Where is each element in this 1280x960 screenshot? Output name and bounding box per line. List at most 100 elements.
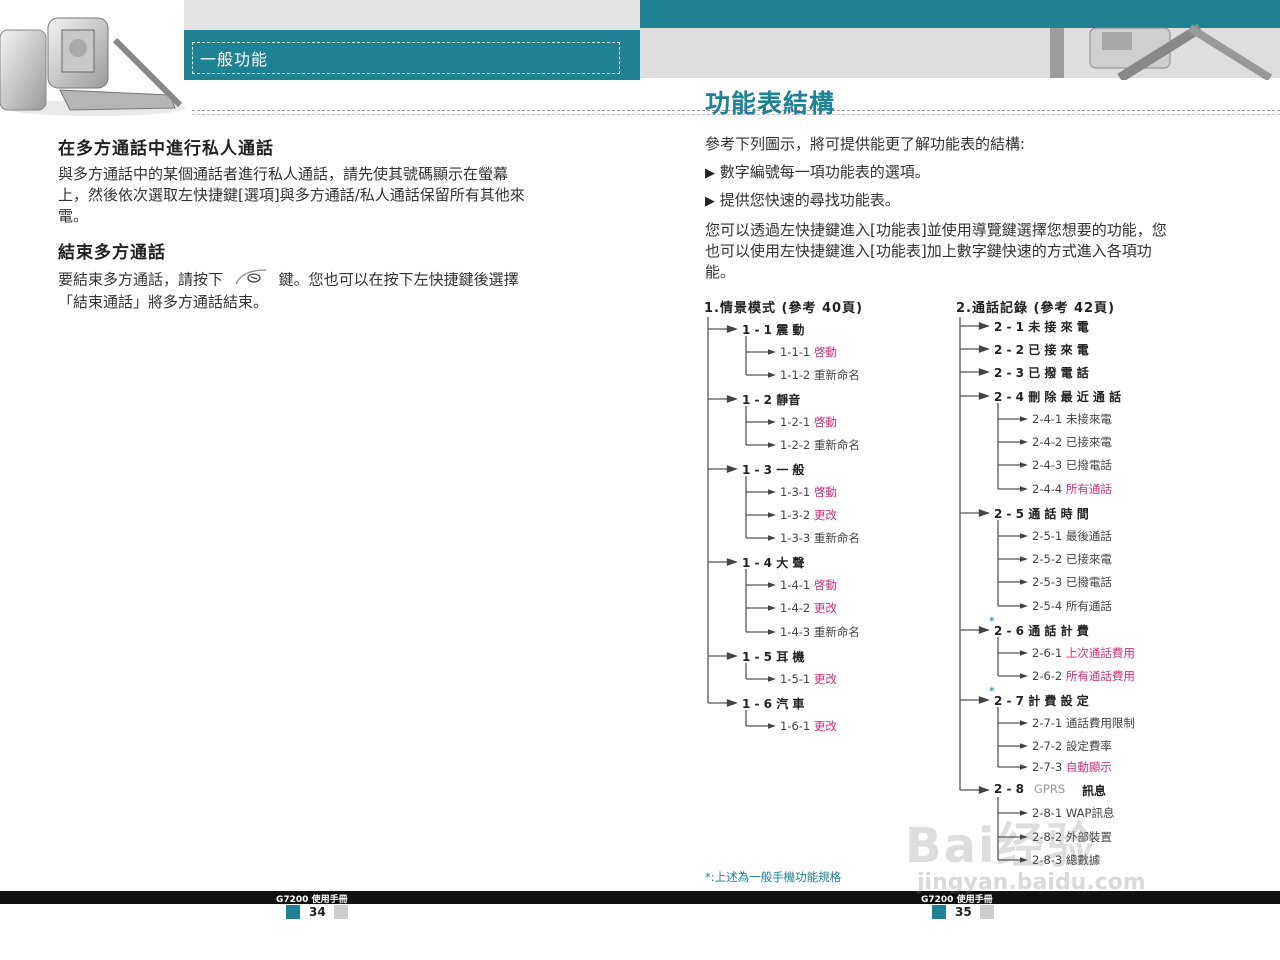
tree-arrow-icon xyxy=(1020,486,1028,492)
tree-arrow-icon xyxy=(768,372,776,378)
tree-arrow-icon xyxy=(768,535,776,541)
tree-arrow-icon xyxy=(768,512,776,518)
tree1-item-6: 1 - 6 汽 車 xyxy=(742,697,805,711)
tree2-subitem: 2-4-3 已撥電話 xyxy=(1032,457,1112,473)
subitem-number: 1-5-1 xyxy=(780,672,811,686)
footer-manual-left: G7200 使用手冊 xyxy=(276,895,348,905)
tree-arrow-icon xyxy=(726,652,738,660)
subitem-label: 已撥電話 xyxy=(1062,575,1112,589)
tree2-item-tail: 訊息 xyxy=(1082,784,1107,798)
subitem-number: 1-6-1 xyxy=(780,719,811,733)
subitem-label: 啓動 xyxy=(810,345,837,359)
tree1-item-1: 1 - 1 震 動 xyxy=(742,323,805,337)
tree-arrow-icon xyxy=(1020,764,1028,770)
tree-arrow-icon xyxy=(1020,650,1028,656)
asterisk-mark: * xyxy=(989,614,995,628)
tree2-item-8: 2 - 8 xyxy=(994,782,1025,796)
subitem-label: 重新命名 xyxy=(810,368,860,382)
tree-arrow-icon xyxy=(1020,603,1028,609)
tree-arrow-icon xyxy=(978,345,990,353)
tree-arrow-icon xyxy=(1020,579,1028,585)
tree-arrow-icon xyxy=(768,349,776,355)
tree-arrow-icon xyxy=(1020,743,1028,749)
tree1-item-4: 1 - 4 大 聲 xyxy=(742,556,805,570)
tree1-subitem: 1-3-1 啓動 xyxy=(780,484,837,500)
tree-arrow-icon xyxy=(768,629,776,635)
subitem-label: 最後通話 xyxy=(1062,529,1112,543)
subitem-number: 1-2-1 xyxy=(780,415,811,429)
subitem-label: 通話費用限制 xyxy=(1062,716,1135,730)
subitem-label: 更改 xyxy=(810,719,837,733)
tree-arrow-icon xyxy=(726,395,738,403)
tree2-item-1: 2 - 1 未 接 來 電 xyxy=(994,320,1089,334)
subitem-number: 2-5-3 xyxy=(1032,575,1063,589)
page-number-left: 34 xyxy=(309,905,326,919)
footnote: *:上述為一般手機功能規格 xyxy=(705,870,842,884)
tree2-item-gray-label: GPRS xyxy=(1034,782,1066,796)
tree1-subitem: 1-1-1 啓動 xyxy=(780,344,837,360)
tree1-subitem: 1-6-1 更改 xyxy=(780,718,837,734)
subitem-label: 啓動 xyxy=(810,485,837,499)
tree2-item-4: 2 - 4 刪 除 最 近 通 話 xyxy=(994,390,1122,404)
subitem-number: 2-4-4 xyxy=(1032,482,1063,496)
subitem-number: 1-3-1 xyxy=(780,485,811,499)
tree2-item-5: 2 - 5 通 話 時 間 xyxy=(994,507,1089,521)
tree2-subitem: 2-5-3 已撥電話 xyxy=(1032,574,1112,590)
tree-arrow-icon xyxy=(978,786,990,794)
tree2-subitem: 2-4-1 未接來電 xyxy=(1032,411,1112,427)
tree2-subitem: 2-7-1 通話費用限制 xyxy=(1032,715,1135,731)
tree1-subitem: 1-1-2 重新命名 xyxy=(780,367,860,383)
tree1-subitem: 1-4-3 重新命名 xyxy=(780,624,860,640)
tree1-item-5: 1 - 5 耳 機 xyxy=(742,650,805,664)
tree1-title: 1.情景模式 (參考 40頁) xyxy=(704,301,864,316)
subitem-number: 1-4-2 xyxy=(780,601,811,615)
tree2-subitem: 2-5-2 已接來電 xyxy=(1032,551,1112,567)
subitem-number: 2-6-2 xyxy=(1032,669,1063,683)
subitem-label: 所有通話費用 xyxy=(1062,669,1135,683)
subitem-number: 2-4-2 xyxy=(1032,435,1063,449)
subitem-label: 啓動 xyxy=(810,578,837,592)
subitem-label: 上次通話費用 xyxy=(1062,646,1135,660)
subitem-number: 1-3-3 xyxy=(780,531,811,545)
tree-arrow-icon xyxy=(768,442,776,448)
tree1-subitem: 1-3-3 重新命名 xyxy=(780,530,860,546)
subitem-label: 重新命名 xyxy=(810,438,860,452)
subitem-label: 未接來電 xyxy=(1062,412,1112,426)
tree-arrow-icon xyxy=(768,605,776,611)
tree1-subitem: 1-4-1 啓動 xyxy=(780,577,837,593)
tree-arrow-icon xyxy=(768,723,776,729)
subitem-number: 2-4-1 xyxy=(1032,412,1063,426)
tree1-subitem: 1-2-1 啓動 xyxy=(780,414,837,430)
subitem-number: 2-7-2 xyxy=(1032,739,1063,753)
subitem-label: 更改 xyxy=(810,672,837,686)
subitem-number: 2-5-1 xyxy=(1032,529,1063,543)
subitem-label: 已接來電 xyxy=(1062,435,1112,449)
subitem-label: 自動顯示 xyxy=(1062,760,1112,774)
tree-arrow-icon xyxy=(1020,533,1028,539)
subitem-number: 1-1-2 xyxy=(780,368,811,382)
subitem-label: 已撥電話 xyxy=(1062,458,1112,472)
tree-arrow-icon xyxy=(726,465,738,473)
tree-arrow-icon xyxy=(768,419,776,425)
tree-arrow-icon xyxy=(726,325,738,333)
watermark-url: jingyan.baidu.com xyxy=(917,870,1146,895)
subitem-number: 2-4-3 xyxy=(1032,458,1063,472)
tree-arrow-icon xyxy=(978,509,990,517)
subitem-number: 1-4-3 xyxy=(780,625,811,639)
subitem-number: 1-2-2 xyxy=(780,438,811,452)
tree-arrow-icon xyxy=(978,368,990,376)
subitem-label: 更改 xyxy=(810,508,837,522)
subitem-number: 2-5-4 xyxy=(1032,599,1063,613)
subitem-number: 1-3-2 xyxy=(780,508,811,522)
subitem-label: 已接來電 xyxy=(1062,552,1112,566)
tree-arrow-icon xyxy=(726,558,738,566)
asterisk-mark: * xyxy=(989,684,995,698)
tree-arrow-icon xyxy=(1020,439,1028,445)
tree1-item-2: 1 - 2 靜音 xyxy=(742,393,801,407)
tree2-item-6: 2 - 6 通 話 計 費 xyxy=(994,624,1089,638)
tree1-subitem: 1-2-2 重新命名 xyxy=(780,437,860,453)
tree2-subitem: 2-7-3 自動顯示 xyxy=(1032,759,1112,775)
tree-arrow-icon xyxy=(726,699,738,707)
tree-arrow-icon xyxy=(978,322,990,330)
tree-arrow-icon xyxy=(768,582,776,588)
